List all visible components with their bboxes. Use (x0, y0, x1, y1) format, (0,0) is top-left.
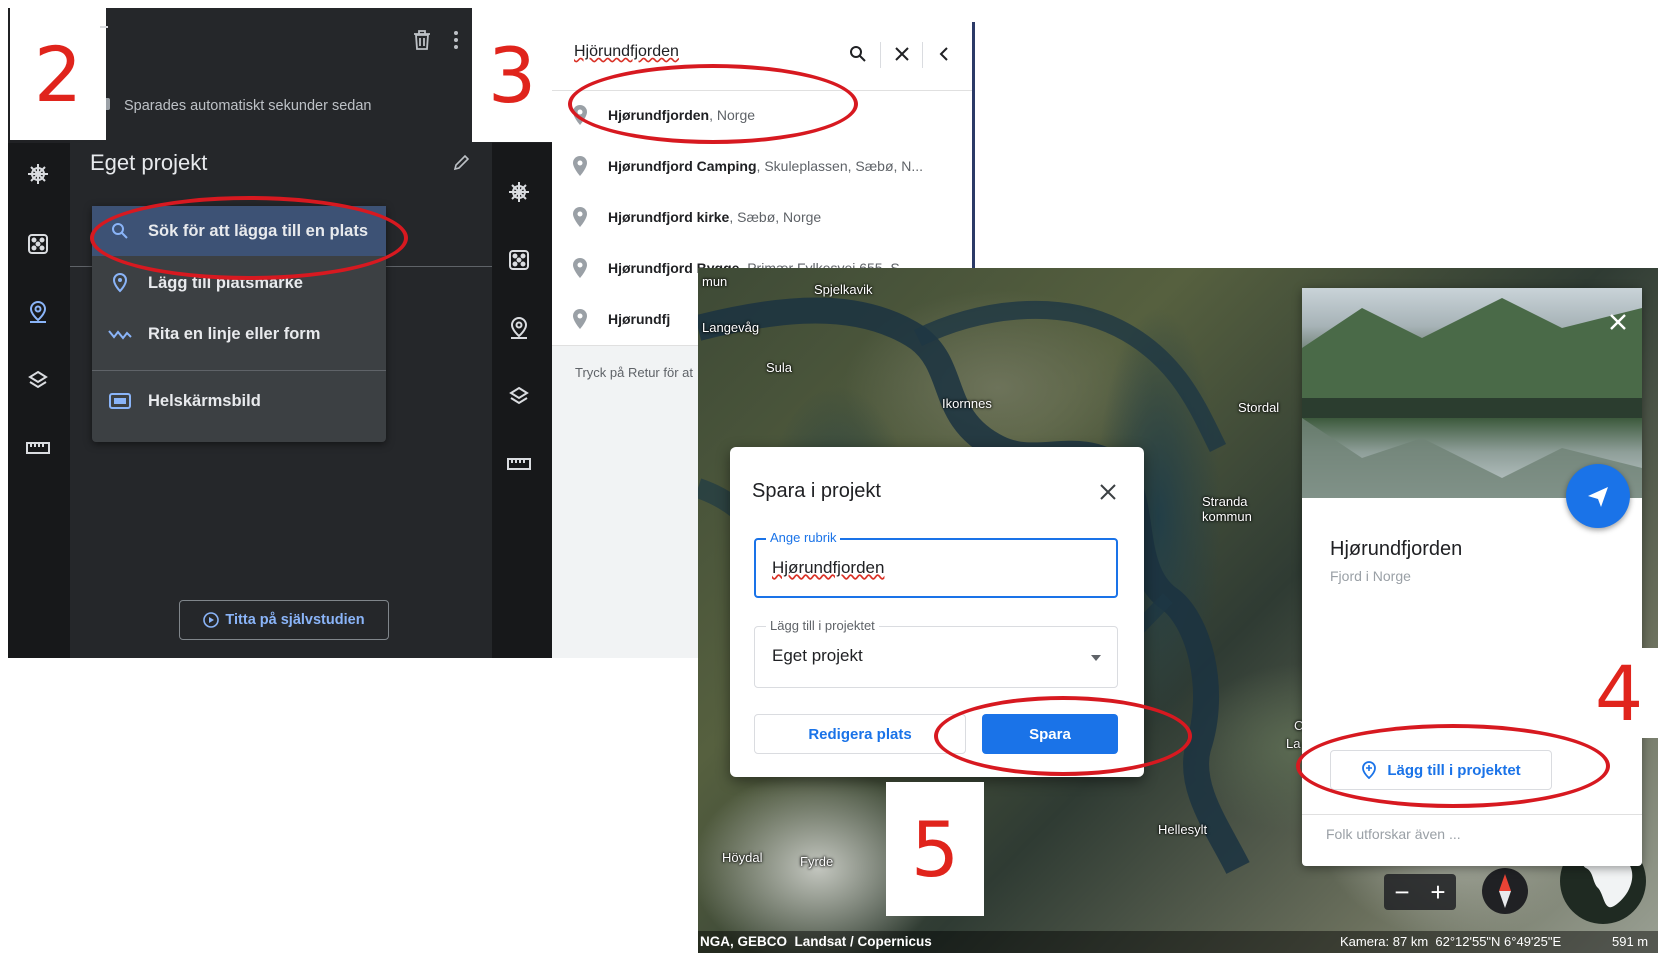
map-label: Sula (766, 360, 793, 375)
explore-more: Folk utforskar även ... (1326, 826, 1461, 842)
dice-icon[interactable] (24, 230, 52, 258)
map-label: kommun (1202, 509, 1252, 524)
title-field-label: Ange rubrik (766, 530, 841, 545)
tutorial-button-label: Titta på självstudien (225, 612, 365, 628)
toolbar-separator (880, 42, 881, 68)
close-icon[interactable] (1094, 478, 1122, 506)
layers-icon[interactable] (505, 382, 533, 410)
toolbar-separator (922, 42, 923, 68)
place-pin-icon (552, 258, 608, 278)
projects-pin-icon[interactable] (24, 298, 52, 326)
map-label: Höydal (722, 850, 763, 865)
result-name: Hjørundfj (608, 311, 671, 327)
search-result[interactable]: Hjørundfjord kirke, Sæbø, Norge (552, 192, 974, 242)
map-attribution: NGA, GEBCO Landsat / Copernicus (700, 934, 932, 949)
compass-icon[interactable] (1482, 868, 1528, 914)
result-detail: , Sæbø, Norge (729, 209, 822, 225)
map-label: Ikornnes (942, 396, 992, 411)
chevron-left-icon[interactable] (932, 42, 956, 66)
menu-item-fullscreen[interactable]: Helskärmsbild (92, 376, 386, 426)
place-pin-icon (552, 207, 608, 227)
map-label: La (1286, 736, 1301, 751)
search-input[interactable]: Hjörundfjorden (574, 43, 679, 61)
left-rail (8, 143, 70, 658)
placemark-icon (92, 273, 148, 293)
annotation-oval (934, 696, 1192, 776)
share-send-icon[interactable] (1566, 464, 1630, 528)
project-select-label: Lägg till i projektet (766, 618, 879, 633)
dialog-title: Spara i projekt (752, 480, 881, 502)
ruler-icon[interactable] (505, 450, 533, 478)
project-select-value: Eget projekt (772, 646, 863, 665)
play-circle-icon (203, 612, 220, 628)
step-badge-3: 3 (472, 8, 552, 142)
search-icon[interactable] (846, 42, 870, 66)
ship-wheel-icon[interactable] (505, 178, 533, 206)
menu-item-fullscreen-label: Helskärmsbild (148, 391, 261, 410)
map-label: Hellesylt (1158, 822, 1208, 837)
menu-item-draw-label: Rita en linje eller form (148, 324, 321, 343)
toolbar-dash (100, 26, 108, 28)
menu-divider (92, 370, 386, 371)
map-label: Fyrde (800, 854, 834, 869)
annotation-oval (1296, 724, 1610, 808)
annotation-oval (568, 64, 858, 144)
card-divider (1302, 814, 1642, 815)
project-title: Eget projekt (90, 150, 208, 175)
step-badge-2: 2 (10, 8, 106, 140)
map-label: mun (702, 274, 728, 289)
annotation-oval (90, 196, 408, 280)
autosave-status: Sparades automatiskt sekunder sedan (124, 98, 372, 114)
menu-item-draw[interactable]: Rita en linje eller form (92, 309, 386, 359)
step-badge-5: 5 (886, 782, 984, 916)
map-label: Stranda (1202, 494, 1248, 509)
zoom-in-button[interactable]: + (1422, 876, 1454, 908)
step-badge-4: 4 (1580, 648, 1658, 738)
result-name: Hjørundfjord Camping (608, 158, 757, 174)
search-hint: Tryck på Retur för at (575, 365, 693, 380)
place-title: Hjørundfjorden (1330, 538, 1463, 560)
chevron-down-icon (1088, 650, 1104, 666)
place-subtitle: Fjord i Norge (1330, 568, 1411, 584)
place-pin-icon (552, 309, 608, 329)
zoom-out-button[interactable]: − (1386, 876, 1418, 908)
fullscreen-slide-icon (92, 393, 148, 409)
projects-pin-icon[interactable] (505, 314, 533, 342)
layers-icon[interactable] (24, 366, 52, 394)
search-result[interactable]: Hjørundfjord Camping, Skuleplassen, Sæbø… (552, 141, 974, 191)
ship-wheel-icon[interactable] (24, 160, 52, 188)
search-panel-footer (552, 345, 704, 658)
close-icon[interactable] (890, 42, 914, 66)
map-label: Langevåg (702, 320, 760, 335)
close-icon[interactable] (1606, 310, 1630, 334)
map-label: Spjelkavik (814, 282, 873, 297)
dice-icon[interactable] (505, 246, 533, 274)
scale-readout: 591 m (1612, 934, 1649, 949)
trash-icon[interactable] (408, 26, 436, 54)
polyline-icon (92, 327, 148, 341)
map-label: Stordal (1238, 400, 1280, 415)
more-vert-icon[interactable] (448, 26, 464, 54)
title-field-value: Hjørundfjorden (772, 558, 885, 577)
edit-pencil-icon[interactable] (450, 150, 474, 174)
tutorial-button[interactable]: Titta på självstudien (179, 600, 389, 640)
result-detail: , Skuleplassen, Sæbø, N... (756, 158, 924, 174)
ruler-icon[interactable] (24, 434, 52, 462)
result-name: Hjørundfjord kirke (608, 209, 730, 225)
camera-readout: Kamera: 87 km 62°12'55"N 6°49'25"E (1340, 934, 1562, 949)
place-pin-icon (552, 156, 608, 176)
